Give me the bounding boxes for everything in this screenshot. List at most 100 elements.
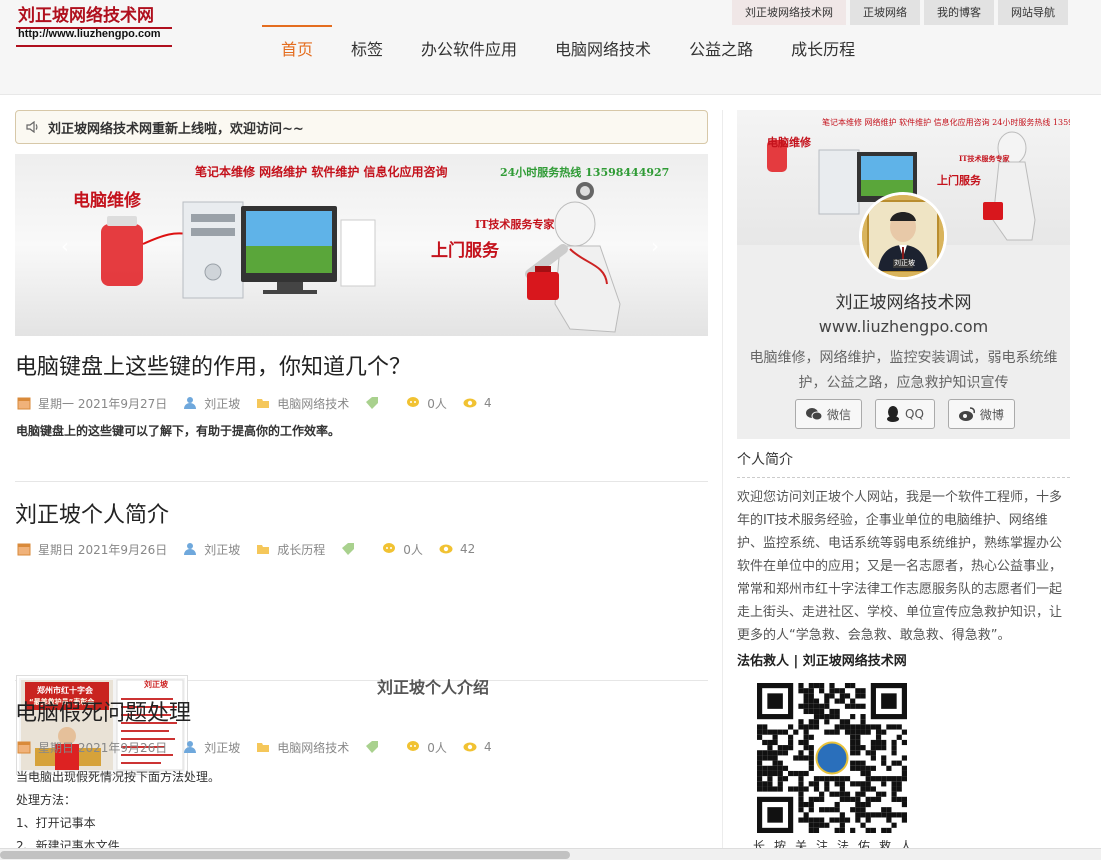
column-divider [722, 110, 723, 860]
toplink-sitenav[interactable]: 网站导航 [998, 0, 1068, 25]
banner-repair: 电脑维修 [73, 191, 141, 211]
body-line: 1、打开记事本 [16, 816, 96, 830]
toplink-zhengpo[interactable]: 正坡网络 [850, 0, 920, 25]
nav-home[interactable]: 首页 [262, 25, 333, 75]
post-category[interactable]: 电脑网络技术 [277, 395, 349, 412]
thumb-name: 刘正坡 [144, 680, 168, 689]
main-nav: 首页 标签 办公软件应用 电脑网络技术 公益之路 成长历程 [262, 25, 874, 75]
weibo-icon [958, 407, 975, 421]
toplink-blog[interactable]: 我的博客 [924, 0, 994, 25]
logo-title: 刘正坡网络技术网 [18, 6, 154, 26]
post-title[interactable]: 电脑键盘上这些键的作用，你知道几个？ [15, 353, 411, 383]
post-item: 电脑键盘上这些键的作用，你知道几个？ 星期一 2021年9月27日 刘正坡 电脑… [15, 353, 708, 482]
body-line: 处理方法： [16, 793, 77, 807]
qq-button[interactable]: QQ [875, 399, 935, 429]
user-icon [184, 397, 197, 409]
post-comments: 0人 [427, 740, 447, 755]
profile-card: 笔记本维修 网络维护 软件维护 信息化应用咨询 24小时服务热线 1359844… [737, 110, 1070, 439]
profile-desc: 电脑维修，网络维护，监控安装调试，弱电系统维护，公益之路，应急救护知识宣传 [749, 350, 1058, 391]
post-item: 电脑假死问题处理 星期日 2021年9月26日 刘正坡 电脑网络技术 0人 4 … [15, 694, 708, 860]
top-links: 刘正坡网络技术网 正坡网络 我的博客 网站导航 [732, 0, 1068, 25]
sidebar: 笔记本维修 网络维护 软件维护 信息化应用咨询 24小时服务热线 1359844… [737, 110, 1070, 852]
avatar-label: 刘正坡 [894, 259, 915, 267]
post-title[interactable]: 刘正坡个人简介 [15, 501, 169, 531]
intro-signature: 法佑救人 | 刘正坡网络技术网 [737, 654, 907, 669]
slider-banner[interactable]: 笔记本维修 网络维护 软件维护 信息化应用咨询 24小时服务热线 1359844… [15, 154, 708, 336]
post-date: 星期一 2021年9月27日 [38, 396, 168, 411]
wechat-button[interactable]: 微信 [795, 399, 863, 429]
body-line: 当电脑出现假死情况按下面方法处理。 [16, 770, 221, 784]
post-meta: 星期日 2021年9月26日 刘正坡 电脑网络技术 0人 4 [17, 738, 508, 756]
post-title[interactable]: 电脑假死问题处理 [15, 699, 191, 729]
avatar: 刘正坡 [859, 192, 947, 280]
nav-tags[interactable]: 标签 [332, 25, 402, 75]
post-author[interactable]: 刘正坡 [204, 541, 240, 558]
wechat-label: 微信 [827, 407, 852, 422]
tag-icon [342, 543, 355, 555]
post-views: 4 [483, 740, 492, 754]
profile-banner-expert: IT技术服务专家 [959, 154, 1010, 163]
post-date: 星期日 2021年9月26日 [38, 740, 168, 755]
nav-office[interactable]: 办公软件应用 [402, 25, 536, 75]
folder-icon [257, 399, 270, 408]
logo-url: http://www.liuzhengpo.com [18, 28, 161, 40]
notice-text: 刘正坡网络技术网重新上线啦，欢迎访问~~ [48, 121, 304, 137]
calendar-icon [17, 397, 31, 410]
profile-banner-repair: 电脑维修 [767, 136, 811, 149]
profile-name: 刘正坡网络技术网 [835, 293, 972, 313]
post-views: 42 [459, 542, 476, 556]
nav-growth[interactable]: 成长历程 [772, 25, 874, 75]
wechat-qr-code [757, 683, 907, 833]
banner-hotline: 24小时服务热线 13598444927 [500, 166, 670, 179]
slider-prev-icon[interactable]: ‹ [61, 234, 69, 258]
post-meta: 星期一 2021年9月27日 刘正坡 电脑网络技术 0人 4 [17, 394, 508, 412]
weibo-button[interactable]: 微博 [947, 399, 1015, 429]
profile-url: www.liuzhengpo.com [818, 317, 989, 336]
post-body: 当电脑出现假死情况按下面方法处理。 处理方法： 1、打开记事本 2、新建记事本文… [16, 766, 220, 858]
comment-icon [407, 397, 420, 407]
profile-banner-text: 笔记本维修 网络维护 软件维护 信息化应用咨询 24小时服务热线 1359844… [822, 118, 1070, 127]
tag-icon [366, 741, 379, 753]
comment-icon [407, 741, 420, 751]
post-author[interactable]: 刘正坡 [204, 395, 240, 412]
post-views: 4 [483, 396, 492, 410]
social-buttons: 微信 QQ 微博 [795, 399, 1015, 429]
folder-icon [257, 545, 270, 554]
post-excerpt: 电脑键盘上的这些键可以了解下，有助于提高你的工作效率。 [16, 424, 341, 438]
qq-icon [887, 406, 900, 422]
post-date: 星期日 2021年9月26日 [38, 542, 168, 557]
intro-heading: 个人简介 [737, 450, 1070, 478]
post-item: 刘正坡个人简介 星期日 2021年9月26日 刘正坡 成长历程 0人 42 刘正… [15, 496, 708, 775]
banner-expert: IT技术服务专家 [475, 218, 555, 231]
nav-network[interactable]: 电脑网络技术 [536, 25, 670, 75]
calendar-icon [17, 543, 31, 556]
slider-next-icon[interactable]: › [651, 234, 659, 258]
eye-icon [463, 742, 477, 752]
post-meta: 星期日 2021年9月26日 刘正坡 成长历程 0人 42 [17, 540, 491, 558]
profile-banner-service: 上门服务 [937, 174, 981, 187]
intro-text: 欢迎您访问刘正坡个人网站，我是一个软件工程师，十多年的IT技术服务经验，企事业单… [737, 490, 1063, 643]
horizontal-scrollbar[interactable] [0, 848, 1101, 860]
banner-services: 笔记本维修 网络维护 软件维护 信息化应用咨询 [195, 165, 448, 179]
post-comments: 0人 [427, 396, 447, 411]
tag-icon [366, 397, 379, 409]
speaker-icon [26, 121, 38, 133]
wechat-icon [806, 408, 822, 421]
toplink-home[interactable]: 刘正坡网络技术网 [732, 0, 846, 25]
user-icon [184, 741, 197, 753]
post-category[interactable]: 电脑网络技术 [277, 739, 349, 756]
post-author[interactable]: 刘正坡 [204, 739, 240, 756]
calendar-icon [17, 741, 31, 754]
folder-icon [257, 743, 270, 752]
site-logo[interactable]: 刘正坡网络技术网 http://www.liuzhengpo.com [14, 5, 172, 47]
banner-onsite: 上门服务 [431, 241, 499, 261]
post-category[interactable]: 成长历程 [277, 541, 325, 558]
logo-rule-bottom [16, 45, 172, 47]
qq-label: QQ [905, 407, 924, 421]
eye-icon [463, 398, 477, 408]
main-column: 刘正坡网络技术网重新上线啦，欢迎访问~~ 笔记本维修 网络维护 软件维护 信息化… [15, 110, 708, 853]
scrollbar-thumb[interactable] [0, 851, 570, 859]
nav-charity[interactable]: 公益之路 [670, 25, 772, 75]
logo-rule-top [16, 27, 172, 29]
eye-icon [439, 544, 453, 554]
